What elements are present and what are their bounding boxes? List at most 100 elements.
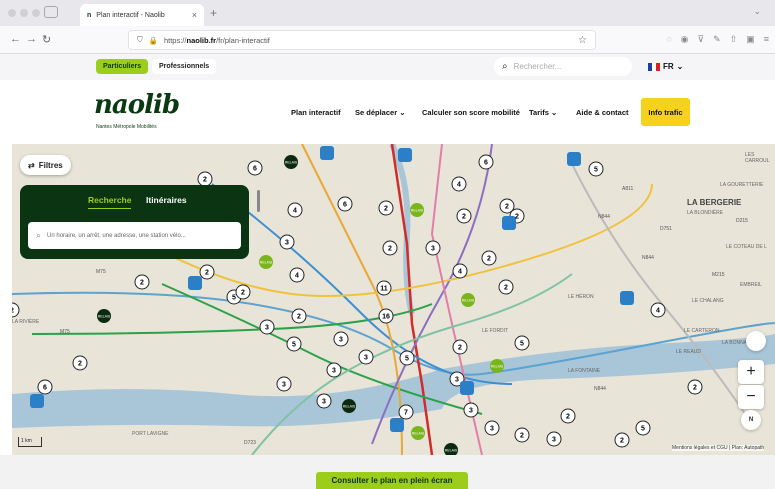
line-badge-number: 5 [232, 295, 236, 302]
share-icon[interactable]: ⇧ [730, 34, 738, 45]
language-selector[interactable]: FR ⌄ [648, 62, 683, 71]
bookmark-star-icon[interactable]: ☆ [578, 35, 587, 46]
zoom-out-button[interactable]: − [738, 385, 764, 409]
line-badge-number: 2 [487, 256, 491, 263]
line-badge-number: 2 [140, 280, 144, 287]
line-badge-number: 2 [566, 414, 570, 421]
tab-list-chevron-icon[interactable]: ⌄ [753, 6, 761, 17]
road-label: A811 [622, 186, 634, 192]
place-label: LA FONTAINE [568, 368, 601, 374]
bike-station-icon[interactable] [188, 276, 202, 290]
logo-wordmark: naolib [94, 90, 180, 120]
nav-tarifs[interactable]: Tarifs ⌄ [529, 108, 557, 117]
line-badge-number: 2 [693, 385, 697, 392]
line-badge-number: 6 [343, 202, 347, 209]
browser-tab[interactable]: n Plan interactif - Naolib × [80, 4, 204, 26]
relais-label: RELAIS [412, 432, 425, 436]
bike-station-icon[interactable] [620, 291, 634, 305]
url-bar[interactable]: ⛉ 🔒 https://naolib.fr/fr/plan-interactif… [128, 30, 596, 50]
place-label: LA GOURETTERIE [720, 182, 764, 188]
map-search-input[interactable]: ⌕ Un horaire, un arrêt, une adresse, une… [28, 222, 241, 249]
place-label: LA BERGERIE [687, 198, 742, 207]
locate-me-button[interactable] [746, 331, 766, 351]
place-label: LE CARTERON [684, 328, 720, 334]
tab-close-icon[interactable]: × [192, 10, 197, 20]
logo-subtitle: Nantes Métropole Mobilités [96, 124, 157, 130]
site-search-input[interactable]: ⌕ Rechercher... [494, 57, 632, 76]
nav-se-deplacer[interactable]: Se déplacer ⌄ [355, 108, 406, 117]
line-badge-number: 3 [455, 377, 459, 384]
line-badge-number: 2 [505, 204, 509, 211]
relais-label: RELAIS [491, 365, 504, 369]
compass-label: N [748, 417, 754, 423]
line-badge-number: 5 [594, 167, 598, 174]
line-badge-number: 6 [43, 385, 47, 392]
fullscreen-map-button[interactable]: Consulter le plan en plein écran [316, 472, 468, 489]
close-window-dot[interactable] [8, 9, 16, 17]
account-icon[interactable]: ◉ [681, 34, 689, 45]
zoom-in-button[interactable]: + [738, 360, 764, 384]
line-badge-number: 4 [457, 182, 461, 189]
bike-station-icon[interactable] [502, 216, 516, 230]
favicon-icon: n [87, 11, 92, 19]
pocket-icon[interactable]: ◌ [666, 34, 671, 45]
bike-station-icon[interactable] [30, 394, 44, 408]
new-tab-button[interactable]: + [210, 6, 217, 20]
filter-icon[interactable]: ⊽ [698, 34, 705, 45]
line-badge-number: 2 [620, 438, 624, 445]
professionnels-button[interactable]: Professionnels [152, 59, 217, 74]
browser-tabstrip: n Plan interactif - Naolib × + ⌄ [0, 0, 775, 26]
place-label: LA BLONDIÈRE [687, 210, 724, 216]
back-button[interactable]: ← [10, 33, 21, 45]
french-flag-icon [648, 62, 660, 71]
road-label: M75 [96, 269, 106, 275]
line-badge-number: 2 [241, 290, 245, 297]
road-label: N844 [642, 255, 654, 261]
pen-icon[interactable]: ✎ [713, 34, 721, 45]
line-badge-number: 5 [520, 341, 524, 348]
sidebar-toggle-icon[interactable] [44, 6, 58, 18]
extension-icon[interactable]: ▣ [746, 34, 755, 45]
line-badge-number: 2 [384, 206, 388, 213]
minimize-window-dot[interactable] [20, 9, 28, 17]
shield-icon: ⛉ [137, 35, 143, 44]
bike-station-icon[interactable] [460, 381, 474, 395]
place-label: LE FORDIT [482, 328, 509, 334]
naolib-logo[interactable]: naolib Nantes Métropole Mobilités [94, 90, 180, 138]
line-badge-number: 3 [285, 240, 289, 247]
nav-aide-contact[interactable]: Aide & contact [576, 108, 629, 117]
bike-station-icon[interactable] [567, 152, 581, 166]
info-trafic-button[interactable]: Info trafic [641, 98, 690, 126]
relais-label: RELAIS [98, 315, 111, 319]
sliders-icon: ⇄ [28, 160, 35, 170]
line-badge-number: 2 [504, 285, 508, 292]
tab-recherche[interactable]: Recherche [88, 195, 132, 209]
relais-label: RELAIS [411, 209, 424, 213]
relais-label: RELAIS [445, 449, 458, 453]
place-label: LE COTEAU DE L [726, 244, 767, 250]
forward-button[interactable]: → [26, 33, 37, 45]
url-text: https://naolib.fr/fr/plan-interactif [163, 35, 270, 45]
menu-icon[interactable]: ≡ [764, 34, 769, 45]
road-label: M215 [712, 272, 725, 278]
maximize-window-dot[interactable] [32, 9, 40, 17]
reload-button[interactable]: ↻ [42, 33, 51, 46]
line-badge-number: 3 [552, 437, 556, 444]
panel-scrollbar[interactable] [257, 190, 260, 212]
line-badge-number: 5 [292, 342, 296, 349]
place-label: LE CHALANG [692, 298, 724, 304]
line-badge-number: 2 [515, 214, 519, 221]
line-badge-number: 4 [458, 269, 462, 276]
tab-itineraires[interactable]: Itinéraires [146, 195, 187, 205]
filters-button[interactable]: ⇄ Filtres [20, 155, 71, 175]
bike-station-icon[interactable] [398, 148, 412, 162]
nav-score-mobilite[interactable]: Calculer son score mobilité [422, 108, 520, 117]
compass-button[interactable]: N [741, 410, 761, 430]
bike-station-icon[interactable] [390, 418, 404, 432]
line-badge-number: 2 [203, 177, 207, 184]
legal-link[interactable]: Mentions légales et CGU | Plan: Autopath [672, 445, 765, 451]
bike-station-icon[interactable] [320, 146, 334, 160]
particuliers-button[interactable]: Particuliers [96, 59, 149, 74]
line-badge-number: 4 [656, 308, 660, 315]
nav-plan-interactif[interactable]: Plan interactif [291, 108, 341, 117]
